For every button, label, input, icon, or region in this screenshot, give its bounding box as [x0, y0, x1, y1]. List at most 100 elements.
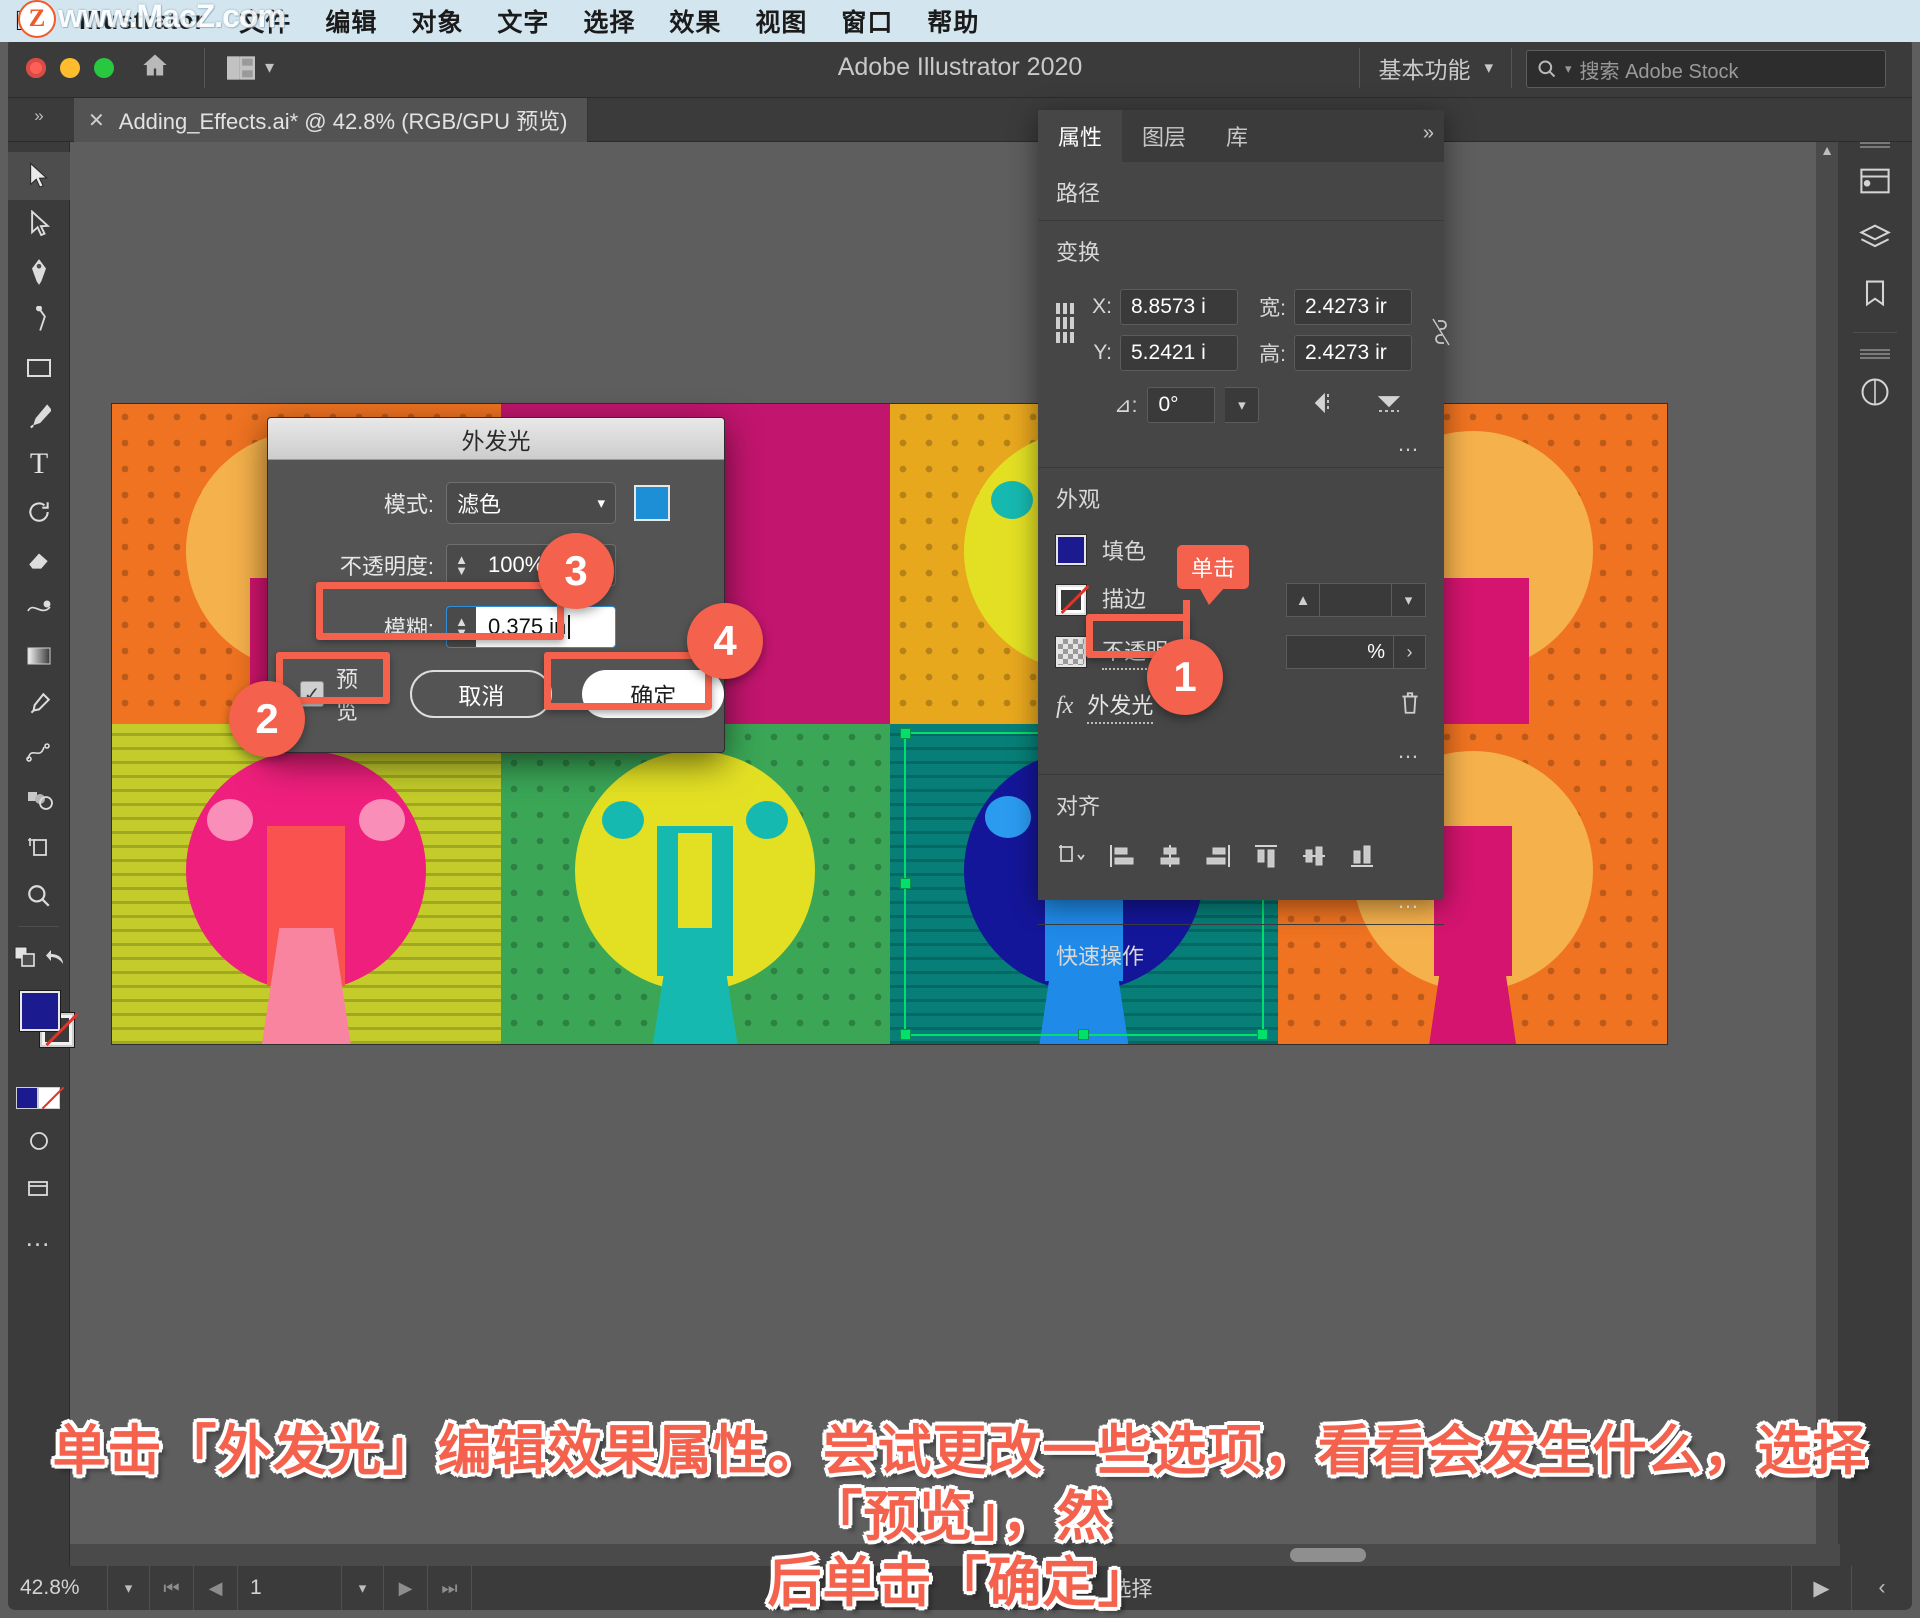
status-collapse-icon[interactable]: ‹ [1852, 1566, 1912, 1610]
paintbrush-tool[interactable] [8, 392, 70, 440]
none-swatch-button[interactable] [38, 1087, 60, 1109]
blend-tool[interactable] [8, 728, 70, 776]
libraries-panel-icon[interactable] [1850, 270, 1900, 316]
page-number-input[interactable]: 1 [238, 1566, 342, 1610]
transform-more-button[interactable]: … [1038, 427, 1444, 467]
anchor-br[interactable] [1070, 332, 1074, 343]
menu-item-illustrator[interactable]: Illustrator [62, 7, 222, 36]
anchor-bc[interactable] [1063, 332, 1067, 343]
anchor-bl[interactable] [1056, 332, 1060, 343]
menu-item-type[interactable]: 文字 [480, 3, 566, 39]
arrange-documents-button[interactable]: ▾ [204, 48, 274, 88]
fill-color-swatch[interactable] [1056, 535, 1086, 565]
canvas-area[interactable] [70, 142, 1912, 1570]
x-input[interactable]: 8.8573 i [1120, 289, 1238, 325]
cancel-button[interactable]: 取消 [410, 670, 552, 718]
chevron-down-icon[interactable]: ▾ [597, 494, 605, 512]
brushes-panel-icon[interactable] [1850, 369, 1900, 415]
scrollbar-thumb[interactable] [1290, 1548, 1366, 1562]
apple-logo-icon[interactable]:  [14, 6, 40, 36]
symbol-sprayer-tool[interactable] [8, 776, 70, 824]
zoom-tool[interactable] [8, 872, 70, 920]
screen-mode-button[interactable] [8, 1165, 70, 1213]
chevron-down-icon[interactable]: ▾ [265, 57, 274, 78]
menu-item-select[interactable]: 选择 [566, 3, 652, 39]
stroke-label[interactable]: 描边 [1102, 582, 1146, 618]
fill-stroke-swatches[interactable] [8, 987, 70, 1083]
rotate-tool[interactable] [8, 488, 70, 536]
change-screen-mode-button[interactable] [8, 933, 41, 981]
width-input[interactable]: 2.4273 ir [1294, 289, 1412, 325]
align-to-selection-icon[interactable] [1056, 843, 1088, 874]
height-input[interactable]: 2.4273 ir [1294, 335, 1412, 371]
page-dropdown-icon[interactable]: ▾ [342, 1566, 384, 1610]
rectangle-tool[interactable] [8, 344, 70, 392]
chevron-down-icon[interactable]: ▾ [1392, 583, 1426, 617]
artboard-tool[interactable] [8, 824, 70, 872]
flip-horizontal-icon[interactable] [1313, 391, 1341, 420]
align-more-button[interactable]: … [1038, 880, 1444, 924]
mode-select[interactable]: 滤色 ▾ [446, 482, 616, 524]
trash-icon[interactable] [1398, 690, 1422, 722]
prev-page-icon[interactable]: ◀ [194, 1566, 238, 1610]
tab-layers[interactable]: 图层 [1122, 110, 1206, 162]
effect-row-outer-glow[interactable]: fx 外发光 [1038, 678, 1444, 734]
panel-tab-strip[interactable]: 属性 图层 库 » [1038, 110, 1444, 162]
menu-item-window[interactable]: 窗口 [824, 3, 910, 39]
color-mode-swatches[interactable] [8, 1083, 70, 1117]
expand-panels-icon[interactable]: » [16, 104, 62, 138]
appearance-more-button[interactable]: … [1038, 734, 1444, 774]
draw-mode-button[interactable] [8, 1117, 70, 1165]
glow-color-swatch[interactable] [634, 485, 670, 521]
type-tool[interactable]: T [8, 440, 70, 488]
properties-panel-icon[interactable] [1850, 158, 1900, 204]
document-tab[interactable]: ✕ Adding_Effects.ai* @ 42.8% (RGB/GPU 预览… [74, 98, 588, 142]
stock-search-field[interactable]: ▾ 搜索 Adobe Stock [1526, 50, 1886, 88]
chevron-down-icon[interactable]: ▾ [1484, 58, 1493, 78]
next-page-icon[interactable]: ▶ [384, 1566, 428, 1610]
shaper-tool[interactable] [8, 584, 70, 632]
selection-tool[interactable] [8, 152, 70, 200]
opacity-stepper[interactable]: ▲▼ [446, 544, 476, 586]
vertical-scrollbar[interactable]: ▲ ▼ [1816, 142, 1838, 1570]
angle-input[interactable]: 0° [1147, 387, 1215, 423]
home-icon[interactable] [140, 51, 170, 84]
right-dock[interactable]: « [1838, 98, 1912, 1570]
eyedropper-tool[interactable] [8, 680, 70, 728]
last-page-icon[interactable]: ⏭ [428, 1566, 472, 1610]
menu-item-object[interactable]: 对象 [394, 3, 480, 39]
status-bar[interactable]: 42.8% ▾ ⏮ ◀ 1 ▾ ▶ ⏭ 选择 ▶ ‹ [8, 1566, 1912, 1610]
chevron-down-icon[interactable]: ▾ [1565, 61, 1572, 77]
flip-vertical-icon[interactable] [1375, 391, 1403, 420]
anchor-tr[interactable] [1070, 303, 1074, 314]
color-swatch-button[interactable] [16, 1087, 38, 1109]
horizontal-scrollbar[interactable] [70, 1544, 1840, 1566]
opacity-checker-swatch[interactable] [1056, 637, 1086, 667]
close-icon[interactable]: ✕ [88, 108, 105, 133]
direct-selection-tool[interactable] [8, 200, 70, 248]
tab-properties[interactable]: 属性 [1038, 110, 1122, 162]
maximize-window-button[interactable] [94, 58, 114, 78]
menu-item-view[interactable]: 视图 [738, 3, 824, 39]
stroke-weight-input[interactable] [1320, 583, 1392, 617]
first-page-icon[interactable]: ⏮ [150, 1566, 194, 1610]
eraser-tool[interactable] [8, 536, 70, 584]
anchor-ml[interactable] [1056, 317, 1060, 328]
align-center-h-icon[interactable] [1156, 843, 1184, 874]
anchor-center[interactable] [1063, 317, 1067, 328]
reference-point-selector[interactable] [1056, 303, 1074, 343]
scroll-up-icon[interactable]: ▲ [1816, 142, 1838, 158]
tab-libraries[interactable]: 库 [1206, 110, 1268, 162]
artwork-lion-olive[interactable] [112, 724, 501, 1044]
effect-label-outer-glow[interactable]: 外发光 [1087, 688, 1153, 724]
panel-overflow-icon[interactable]: » [1423, 122, 1434, 145]
tools-panel[interactable]: T [8, 142, 70, 1570]
opacity-control[interactable]: % › [1286, 635, 1426, 669]
anchor-mr[interactable] [1070, 317, 1074, 328]
align-bottom-icon[interactable] [1348, 843, 1376, 874]
chevron-right-icon[interactable]: › [1394, 635, 1426, 669]
link-broken-icon[interactable] [1430, 317, 1452, 352]
workspace-switcher[interactable]: 基本功能 ▾ [1359, 48, 1512, 88]
toolbar-more-button[interactable]: … [8, 1213, 70, 1261]
properties-panel[interactable]: 属性 图层 库 » 路径 变换 X: 8.8573 i 宽: 2.4273 ir [1038, 110, 1444, 900]
